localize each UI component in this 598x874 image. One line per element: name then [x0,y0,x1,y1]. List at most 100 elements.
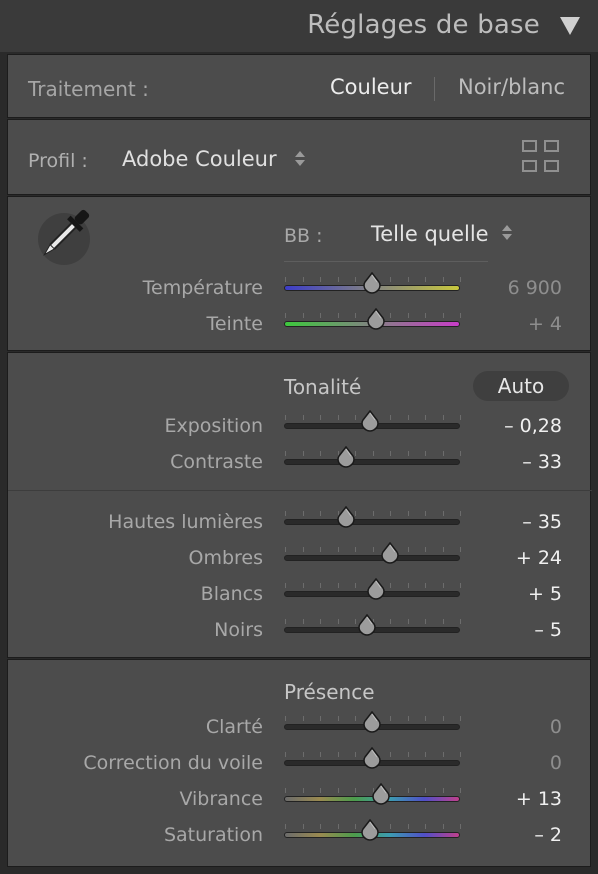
slider-tick [338,547,339,552]
slider-tick [425,788,426,793]
wb-select[interactable]: Telle quelle [371,222,489,246]
tint-value[interactable]: + 4 [528,313,562,335]
slider-tick [338,583,339,588]
slider-thumb[interactable] [362,710,382,733]
slider-tick [408,511,409,516]
slider-tick [320,716,321,721]
slider-tick [460,716,461,721]
slider-thumb[interactable] [371,782,391,805]
contrast-value[interactable]: – 33 [522,451,562,473]
exposure-slider[interactable] [284,409,461,432]
profile-select[interactable]: Adobe Couleur [122,147,277,171]
slider-tick [320,415,321,420]
contrast-slider[interactable] [284,445,461,468]
shadows-slider[interactable] [284,541,461,564]
slider-tick [285,415,286,420]
presence-section: Présence Clarté 0 Correction du voile 0 … [7,659,591,867]
triangle-down-icon[interactable] [560,17,580,35]
slider-thumb[interactable] [366,577,386,600]
slider-tick [303,277,304,282]
slider-thumb[interactable] [360,409,380,432]
slider-tick [303,824,304,829]
slider-tick [303,313,304,318]
slider-tick [303,547,304,552]
whites-value[interactable]: + 5 [528,583,562,605]
blacks-slider[interactable] [284,613,461,636]
clarity-label: Clarté [205,716,263,738]
slider-tick [320,583,321,588]
wb-label: BB : [284,225,323,247]
clarity-slider[interactable] [284,710,461,733]
slider-tick [425,415,426,420]
wb-updown-icon[interactable] [502,225,512,241]
slider-tick [460,277,461,282]
slider-tick [425,511,426,516]
slider-tick [320,277,321,282]
slider-tick [285,824,286,829]
whites-slider[interactable] [284,577,461,600]
slider-thumb[interactable] [380,541,400,564]
slider-tick [320,752,321,757]
vibrance-label: Vibrance [179,788,263,810]
slider-thumb[interactable] [362,271,382,294]
slider-tick [390,752,391,757]
grid-icon[interactable] [522,140,562,174]
slider-tick [285,583,286,588]
slider-tick [408,277,409,282]
dehaze-value[interactable]: 0 [550,752,562,774]
vibrance-slider[interactable] [284,782,461,805]
slider-tick [390,415,391,420]
auto-button[interactable]: Auto [473,371,569,401]
slider-tick [425,451,426,456]
white-balance-section: BB : Telle quelle Température 6 900 Tein… [7,196,591,351]
slider-tick [460,511,461,516]
slider-thumb[interactable] [362,746,382,769]
slider-thumb[interactable] [336,505,356,528]
exposure-value[interactable]: – 0,28 [504,415,562,437]
shadows-value[interactable]: + 24 [516,547,562,569]
vibrance-value[interactable]: + 13 [516,788,562,810]
temperature-value[interactable]: 6 900 [508,277,562,299]
highlights-slider[interactable] [284,505,461,528]
presence-title: Présence [284,680,375,704]
profile-updown-icon[interactable] [295,151,305,167]
slider-tick [355,415,356,420]
temperature-slider[interactable] [284,271,461,294]
slider-tick [338,415,339,420]
slider-tick [373,547,374,552]
slider-tick [355,824,356,829]
slider-thumb[interactable] [366,307,386,330]
saturation-value[interactable]: – 2 [534,824,562,846]
slider-tick [338,619,339,624]
slider-thumb[interactable] [336,445,356,468]
slider-tick [285,619,286,624]
slider-tick [320,547,321,552]
clarity-value[interactable]: 0 [550,716,562,738]
slider-tick [443,583,444,588]
contrast-label: Contraste [170,451,263,473]
temperature-label: Température [142,277,263,299]
panel-header[interactable]: Réglages de base [0,0,598,52]
slider-tick [303,415,304,420]
slider-thumb[interactable] [360,818,380,841]
slider-tick [460,824,461,829]
saturation-slider[interactable] [284,818,461,841]
blacks-value[interactable]: – 5 [534,619,562,641]
slider-tick [285,277,286,282]
tone-divider [8,490,592,491]
slider-tick [408,752,409,757]
shadows-label: Ombres [188,547,263,569]
slider-tick [285,451,286,456]
dehaze-slider[interactable] [284,746,461,769]
slider-tick [390,511,391,516]
highlights-value[interactable]: – 35 [522,511,562,533]
slider-thumb[interactable] [357,613,377,636]
slider-tick [443,752,444,757]
slider-tick [443,277,444,282]
treatment-row: Traitement : Couleur Noir/blanc [7,54,591,118]
slider-tick [425,824,426,829]
treatment-bw-option[interactable]: Noir/blanc [458,75,565,99]
tint-slider[interactable] [284,307,461,330]
eyedropper-icon[interactable] [26,205,94,273]
treatment-color-option[interactable]: Couleur [330,75,412,99]
